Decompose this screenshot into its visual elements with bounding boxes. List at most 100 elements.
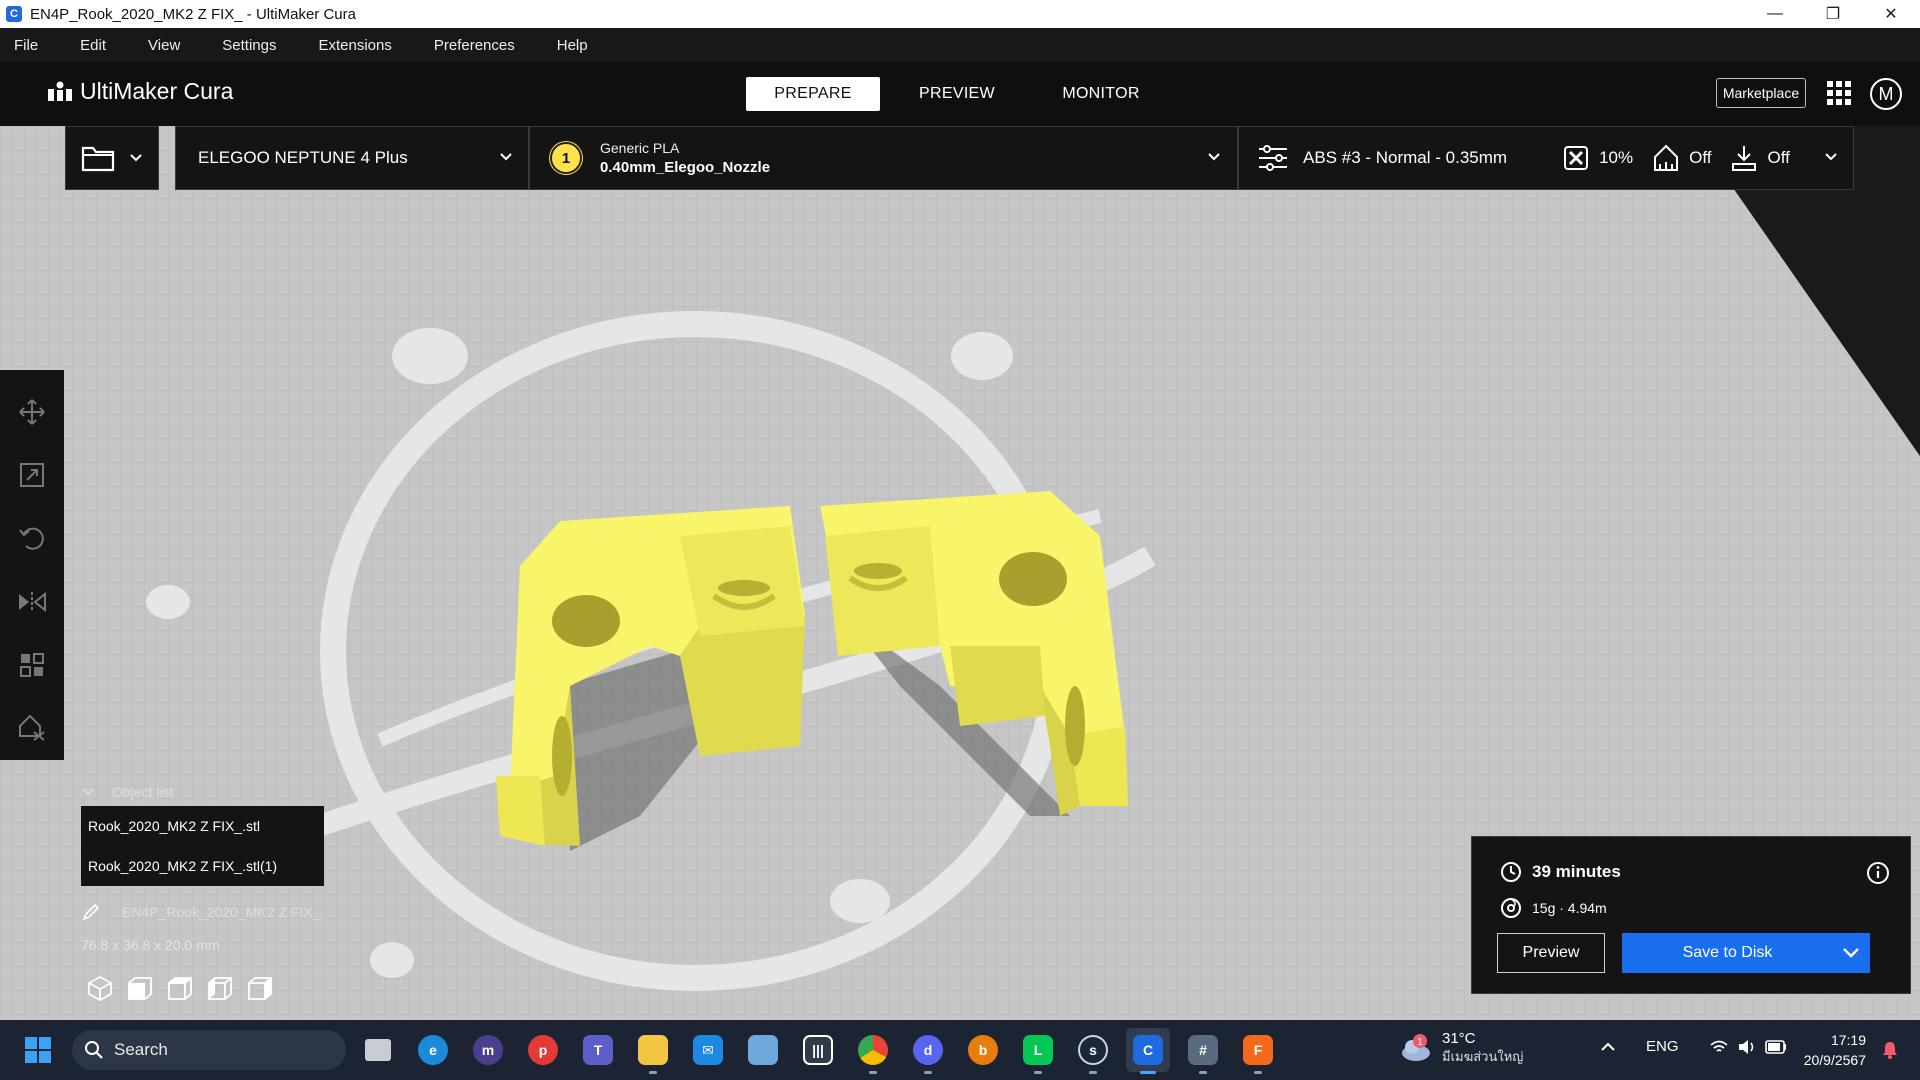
nozzle-name: 0.40mm_Elegoo_Nozzle bbox=[600, 159, 771, 176]
cube-left-icon bbox=[208, 977, 232, 1000]
steam-app[interactable]: s bbox=[1071, 1028, 1115, 1074]
cura-app-icon: C bbox=[6, 6, 22, 22]
file-explorer-app[interactable] bbox=[631, 1028, 675, 1074]
blender-app[interactable]: b bbox=[961, 1028, 1005, 1072]
open-file-button[interactable] bbox=[65, 126, 159, 190]
folder-icon bbox=[81, 146, 115, 172]
tool-panel bbox=[0, 370, 64, 760]
photos-app[interactable] bbox=[741, 1028, 785, 1072]
cube-3d-icon bbox=[88, 975, 112, 1001]
apps-grid-icon[interactable] bbox=[1825, 79, 1853, 107]
notification-bell-icon[interactable] bbox=[1880, 1040, 1900, 1060]
info-icon[interactable] bbox=[1866, 861, 1890, 885]
support-blocker-icon bbox=[19, 714, 45, 742]
title-bar: C EN4P_Rook_2020_MK2 Z FIX_ - UltiMaker … bbox=[0, 0, 1920, 28]
move-tool[interactable] bbox=[0, 380, 64, 443]
menu-extensions[interactable]: Extensions bbox=[304, 37, 405, 54]
menu-file[interactable]: File bbox=[0, 37, 52, 54]
window-controls: — ❐ ✕ bbox=[1746, 0, 1920, 28]
scale-icon bbox=[20, 462, 44, 487]
photos-icon bbox=[748, 1035, 778, 1065]
per-model-settings-tool[interactable] bbox=[0, 633, 64, 696]
chevron-down-icon bbox=[1825, 153, 1837, 161]
battery-icon[interactable] bbox=[1764, 1039, 1787, 1054]
save-options-dropdown[interactable] bbox=[1832, 933, 1870, 973]
teams-app[interactable]: T bbox=[576, 1028, 620, 1072]
volume-icon[interactable] bbox=[1737, 1039, 1757, 1055]
menu-edit[interactable]: Edit bbox=[66, 37, 120, 54]
close-button[interactable]: ✕ bbox=[1862, 0, 1920, 28]
fusion-icon: F bbox=[1243, 1035, 1273, 1065]
menu-settings[interactable]: Settings bbox=[208, 37, 290, 54]
settings-sliders-icon bbox=[1259, 145, 1287, 171]
list-item[interactable]: Rook_2020_MK2 Z FIX_.stl bbox=[81, 806, 324, 846]
object-list-toggle[interactable]: Object list bbox=[82, 784, 173, 800]
tab-preview[interactable]: PREVIEW bbox=[890, 77, 1024, 111]
weather-widget[interactable]: 1 31°C มีเมฆส่วนใหญ่ bbox=[1398, 1030, 1523, 1066]
scale-tool[interactable] bbox=[0, 443, 64, 506]
mu-app[interactable]: m bbox=[466, 1028, 510, 1072]
view-left-button[interactable] bbox=[200, 970, 240, 1006]
calculator-app[interactable]: # bbox=[1181, 1028, 1225, 1074]
chrome-app[interactable] bbox=[851, 1028, 895, 1074]
chevron-down-icon bbox=[1208, 153, 1220, 161]
taskbar-search[interactable]: Search bbox=[72, 1030, 346, 1070]
maximize-button[interactable]: ❐ bbox=[1804, 0, 1862, 28]
marketplace-button[interactable]: Marketplace bbox=[1716, 78, 1806, 108]
view-top-button[interactable] bbox=[160, 970, 200, 1006]
folder-icon bbox=[638, 1035, 668, 1065]
edge-app[interactable]: e bbox=[411, 1028, 455, 1072]
mirror-icon bbox=[19, 591, 46, 612]
mu-icon: m bbox=[473, 1035, 503, 1065]
menu-view[interactable]: View bbox=[134, 37, 194, 54]
material-usage: 15g · 4.94m bbox=[1500, 897, 1607, 919]
line-app[interactable]: L bbox=[1016, 1028, 1060, 1074]
pdf-icon: p bbox=[528, 1035, 558, 1065]
line-icon: L bbox=[1023, 1035, 1053, 1065]
cube-front-icon bbox=[128, 977, 152, 1000]
wifi-icon[interactable] bbox=[1709, 1039, 1729, 1055]
adhesion-icon bbox=[1732, 146, 1757, 171]
menu-bar: File Edit View Settings Extensions Prefe… bbox=[0, 28, 1920, 62]
task-view-button[interactable] bbox=[356, 1028, 400, 1072]
preview-button[interactable]: Preview bbox=[1497, 933, 1605, 973]
windows-taskbar: Search e m p T ✉ ||| d b L s C # F 1 31°… bbox=[0, 1020, 1920, 1080]
material-selector[interactable]: 1 Generic PLA 0.40mm_Elegoo_Nozzle bbox=[529, 126, 1238, 190]
menu-help[interactable]: Help bbox=[543, 37, 602, 54]
tab-prepare[interactable]: PREPARE bbox=[746, 77, 880, 111]
view-3d-button[interactable] bbox=[80, 970, 120, 1006]
windows-start-icon[interactable] bbox=[24, 1036, 52, 1064]
pdf-app[interactable]: p bbox=[521, 1028, 565, 1072]
fusion-app[interactable]: F bbox=[1236, 1028, 1280, 1074]
support-value: Off bbox=[1689, 148, 1712, 167]
adhesion-value: Off bbox=[1767, 148, 1790, 167]
support-blocker-tool[interactable] bbox=[0, 697, 64, 760]
language-indicator[interactable]: ENG bbox=[1646, 1038, 1679, 1055]
menu-preferences[interactable]: Preferences bbox=[420, 37, 529, 54]
print-settings-selector[interactable]: ABS #3 - Normal - 0.35mm 10% Off Off bbox=[1238, 126, 1854, 190]
tab-monitor[interactable]: MONITOR bbox=[1034, 77, 1168, 111]
chevron-down-icon bbox=[82, 788, 94, 796]
mail-app[interactable]: ✉ bbox=[686, 1028, 730, 1072]
rotate-tool[interactable] bbox=[0, 507, 64, 570]
list-item[interactable]: Rook_2020_MK2 Z FIX_.stl(1) bbox=[81, 846, 324, 886]
task-view-icon bbox=[365, 1039, 391, 1061]
view-right-button[interactable] bbox=[240, 970, 280, 1006]
job-name-text: EN4P_Rook_2020_MK2 Z FIX_ bbox=[122, 904, 321, 920]
search-icon bbox=[85, 1041, 103, 1059]
mirror-tool[interactable] bbox=[0, 570, 64, 633]
profile-name: ABS #3 - Normal - 0.35mm bbox=[1303, 148, 1508, 167]
cura-app[interactable]: C bbox=[1126, 1028, 1170, 1074]
clock-time: 17:19 bbox=[1830, 1032, 1866, 1048]
job-name[interactable]: EN4P_Rook_2020_MK2 Z FIX_ bbox=[82, 903, 320, 921]
minimize-button[interactable]: — bbox=[1746, 0, 1804, 28]
taskbar-clock[interactable]: 17:19 20/9/2567 bbox=[1794, 1030, 1866, 1070]
infill-value: 10% bbox=[1599, 148, 1634, 167]
account-avatar[interactable]: M bbox=[1870, 78, 1902, 110]
printer-selector[interactable]: ELEGOO NEPTUNE 4 Plus bbox=[175, 126, 529, 190]
extruder-badge: 1 bbox=[550, 142, 582, 174]
view-front-button[interactable] bbox=[120, 970, 160, 1006]
chevron-up-icon[interactable] bbox=[1600, 1042, 1616, 1052]
calculator-like-app[interactable]: ||| bbox=[796, 1028, 840, 1072]
discord-app[interactable]: d bbox=[906, 1028, 950, 1074]
